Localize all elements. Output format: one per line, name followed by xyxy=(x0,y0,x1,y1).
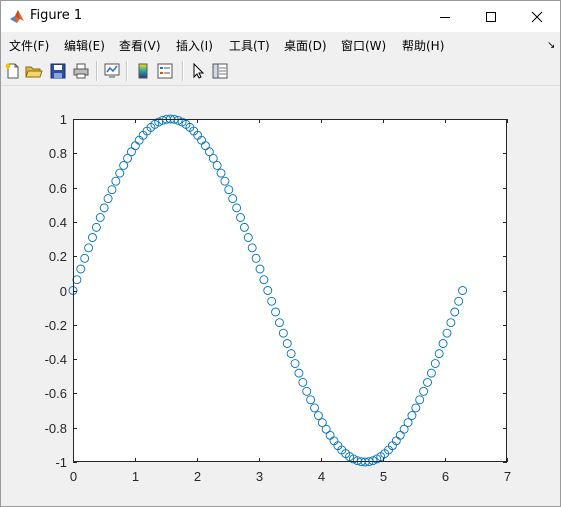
y-tick-label: 0.4 xyxy=(49,215,67,230)
axes-background xyxy=(73,119,507,462)
y-tick-label: 1 xyxy=(60,112,67,127)
menu-tools[interactable]: 工具(T) xyxy=(229,37,270,54)
save-icon[interactable] xyxy=(49,62,67,80)
x-tick-label: 2 xyxy=(194,469,201,484)
x-tick-label: 3 xyxy=(256,469,263,484)
y-tick-label: 0.2 xyxy=(49,249,67,264)
minimize-icon xyxy=(440,16,450,18)
menu-file[interactable]: 文件(F) xyxy=(9,37,49,54)
y-tick-label: -0.8 xyxy=(45,421,67,436)
y-tick-label: -0.6 xyxy=(45,386,67,401)
menu-edit[interactable]: 编辑(E) xyxy=(64,37,105,54)
x-tick-label: 6 xyxy=(442,469,449,484)
open-file-icon[interactable] xyxy=(25,62,43,80)
y-tick-label: -1 xyxy=(55,455,67,470)
menu-desktop[interactable]: 桌面(D) xyxy=(284,37,327,54)
new-figure-icon[interactable] xyxy=(4,62,22,80)
y-tick-label: 0.8 xyxy=(49,146,67,161)
menu-window[interactable]: 窗口(W) xyxy=(341,37,386,54)
x-tick-label: 5 xyxy=(380,469,387,484)
window-title: Figure 1 xyxy=(30,8,83,23)
y-tick-label: -0.4 xyxy=(45,352,67,367)
sine-plot: 0 1 2 3 4 5 6 7 -1 -0.8 -0.6 -0.4 -0.2 0 0.2 0.4 0.6 0.8 1 xyxy=(45,112,512,484)
menu-view[interactable]: 查看(V) xyxy=(119,37,161,54)
menu-help[interactable]: 帮助(H) xyxy=(402,37,444,54)
figure-window: Figure 1 文件(F) 编辑(E) 查看(V) 插入(I) 工具(T) 桌… xyxy=(0,0,561,507)
insert-legend-icon[interactable] xyxy=(156,62,174,80)
y-tick-label: -0.2 xyxy=(45,318,67,333)
property-inspector-icon[interactable] xyxy=(211,62,229,80)
figure-toolbar xyxy=(1,57,560,86)
dock-arrow-icon[interactable]: ↘ xyxy=(547,40,555,51)
figure-canvas: 0 1 2 3 4 5 6 7 -1 -0.8 -0.6 -0.4 -0.2 0 0.2 0.4 0.6 0.8 1 xyxy=(1,86,560,506)
close-icon xyxy=(531,11,543,22)
menu-insert[interactable]: 插入(I) xyxy=(176,37,213,54)
edit-plot-arrow-icon[interactable] xyxy=(189,62,207,80)
menu-bar: 文件(F) 编辑(E) 查看(V) 插入(I) 工具(T) 桌面(D) 窗口(W… xyxy=(1,33,560,56)
matlab-logo-icon xyxy=(9,9,25,25)
x-tick-label: 1 xyxy=(132,469,139,484)
x-tick-label: 0 xyxy=(70,469,77,484)
y-tick-label: 0 xyxy=(60,284,67,299)
link-plot-icon[interactable] xyxy=(103,62,121,80)
y-tick-label: 0.6 xyxy=(49,181,67,196)
print-icon[interactable] xyxy=(72,62,90,80)
minimize-button[interactable] xyxy=(422,1,468,32)
maximize-icon xyxy=(486,11,496,22)
maximize-button[interactable] xyxy=(468,1,514,32)
insert-colorbar-icon[interactable] xyxy=(134,62,152,80)
x-tick-label: 4 xyxy=(318,469,325,484)
close-button[interactable] xyxy=(514,1,560,32)
x-tick-label: 7 xyxy=(504,469,511,484)
title-bar[interactable]: Figure 1 xyxy=(1,1,560,32)
